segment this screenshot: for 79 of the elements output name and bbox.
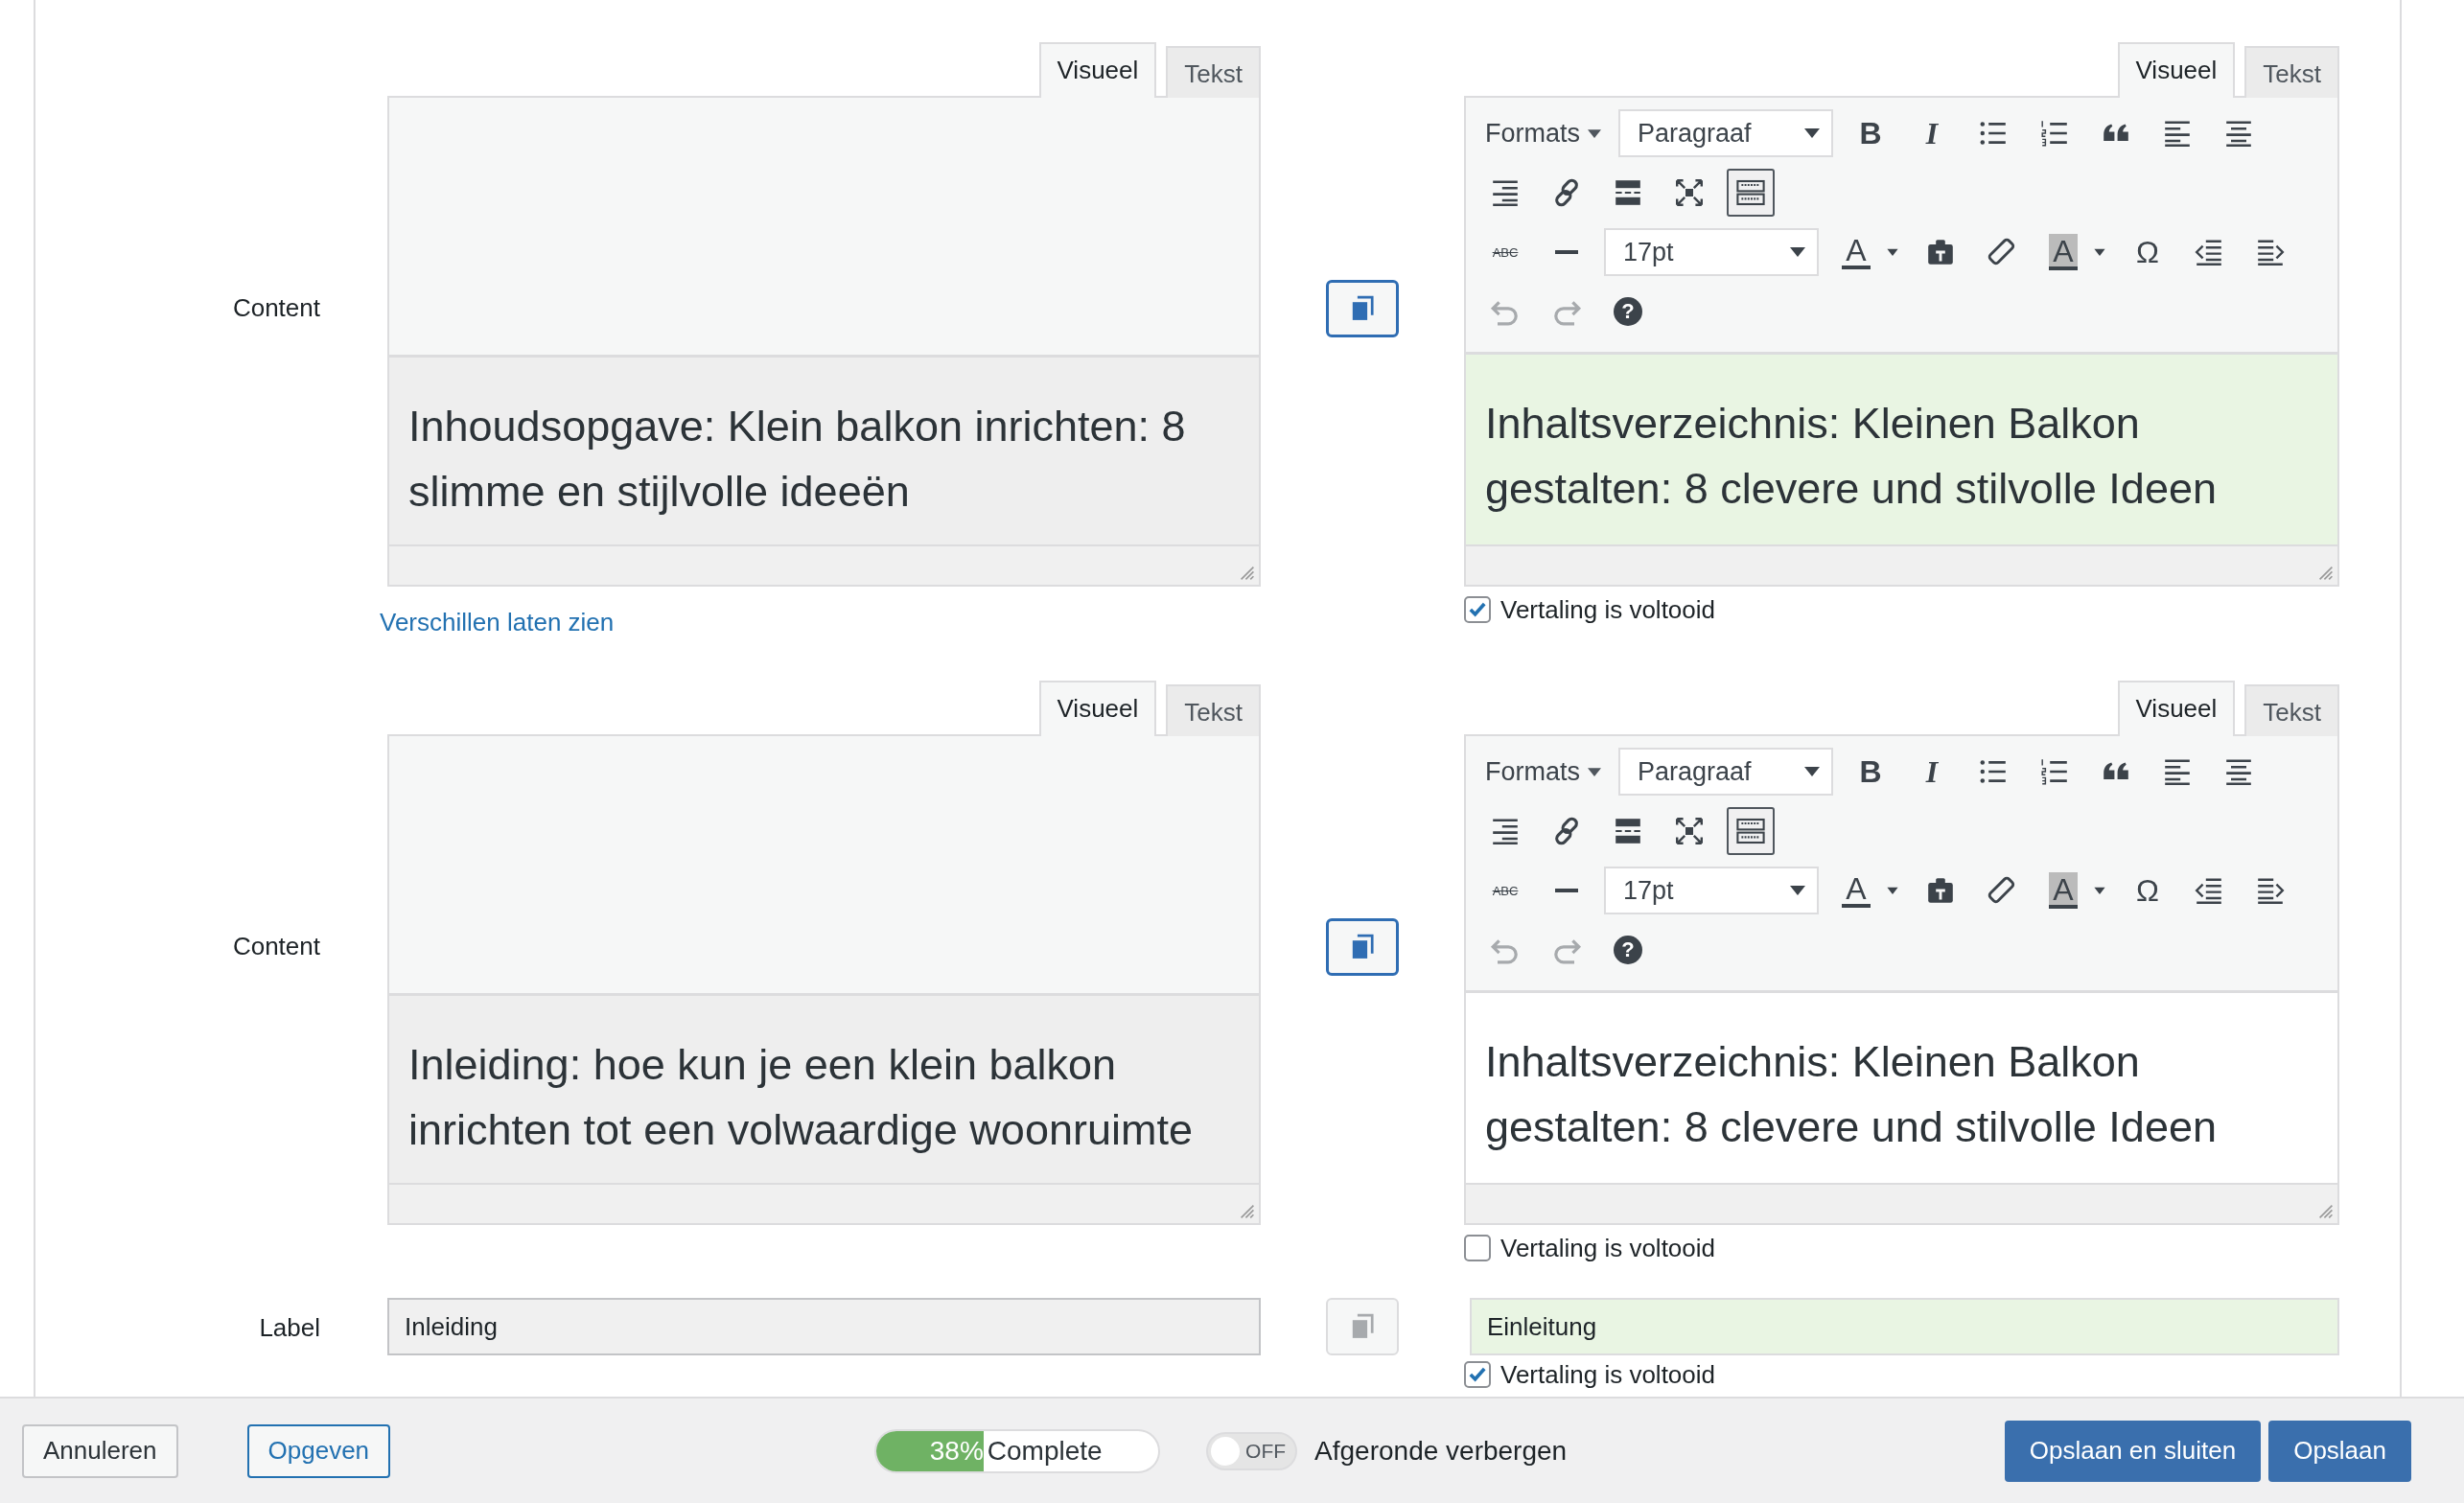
caret-icon [1588,767,1601,776]
bold-button[interactable]: B [1847,109,1894,157]
eraser-icon [1987,237,2017,267]
checkbox-label[interactable]: Vertaling is voltooid [1500,1359,1716,1390]
bars-icon [1613,816,1643,846]
strikethrough-button[interactable]: ABC [1481,867,1529,914]
checkbox[interactable] [1464,1235,1491,1261]
show-differences-link[interactable]: Verschillen laten zien [380,607,615,637]
text-color-button[interactable]: A [1832,228,1880,276]
numbered-list-icon [2039,756,2070,787]
dash-icon [1555,250,1578,254]
clipboard-icon [1925,875,1956,906]
dash-icon [1555,889,1578,892]
copy-button[interactable] [1326,918,1399,976]
format-select[interactable]: 17pt [1604,228,1819,276]
fullscreen-icon [1674,816,1705,846]
caret-icon [1790,247,1805,257]
editor-tab[interactable]: Tekst [2244,684,2339,736]
save-button[interactable]: Opslaan [2268,1420,2411,1482]
editor-tab[interactable]: Visueel [1038,681,1157,736]
field-label: Label [259,1313,320,1343]
special-character-button[interactable]: Ω [2124,228,2172,276]
strikethrough-button[interactable]: ABC [1481,228,1529,276]
cancel-button[interactable]: Annuleren [22,1423,178,1478]
field-label: Content [232,932,320,961]
give-up-button[interactable]: Opgeven [246,1423,391,1478]
numbered-list-icon [2039,118,2070,149]
special-character-button[interactable]: Ω [2124,867,2172,914]
editor-tab[interactable]: Visueel [2117,42,2236,98]
format-select[interactable]: Paragraaf [1618,748,1833,796]
italic-button[interactable]: I [1908,748,1956,796]
keyboard-icon [1735,816,1766,846]
toolbar-toggle-button[interactable] [1727,807,1775,855]
resize-handle-icon[interactable] [2318,566,2334,581]
help-button[interactable]: ? [1604,288,1652,335]
editor-tab[interactable]: Tekst [1166,684,1261,736]
save-and-close-button[interactable]: Opslaan en sluiten [2004,1420,2262,1482]
checkbox[interactable] [1464,596,1491,623]
source-field: Inleiding [387,1298,1261,1355]
editor-tab[interactable]: Visueel [2117,681,2236,736]
editor-tab[interactable]: Tekst [1166,46,1261,98]
keyboard-icon [1735,177,1766,208]
translation-text[interactable]: Inhaltsverzeichnis: Kleinen Balkon gestalten: 8 clevere und stilvolle Ideen [1466,355,2337,544]
toolbar-toggle-button[interactable] [1727,169,1775,217]
bars-icon [1613,177,1643,208]
help-button[interactable]: ? [1604,926,1652,974]
checkbox-label[interactable]: Vertaling is voltooid [1500,594,1716,625]
caret-icon [1588,128,1601,138]
clipboard-icon [1925,237,1956,267]
format-select[interactable]: 17pt [1604,867,1819,914]
toggle-switch[interactable]: OFF [1206,1431,1298,1470]
fullscreen-icon [1674,177,1705,208]
format-select[interactable]: Paragraaf [1618,109,1833,157]
progress-percent: 38% [929,1435,984,1467]
italic-button[interactable]: I [1908,109,1956,157]
translation-field[interactable]: Einleitung [1470,1298,2339,1355]
copy-button[interactable] [1326,280,1399,337]
background-color-button[interactable]: A [2039,867,2087,914]
source-text: Inleiding: hoe kun je een klein balkon inrichten tot een volwaardige woonruimte [389,996,1259,1183]
caret-icon [1804,767,1820,776]
editor-tab[interactable]: Visueel [1038,42,1157,98]
resize-handle-icon[interactable] [1240,566,1255,581]
eraser-icon [1987,875,2017,906]
bold-button[interactable]: B [1847,748,1894,796]
field-label: Content [232,293,320,323]
formats-menu[interactable]: Formats [1481,118,1605,149]
caret-icon [1804,128,1820,138]
formats-menu[interactable]: Formats [1481,756,1605,787]
progress-label: Complete [987,1435,1103,1467]
resize-handle-icon[interactable] [1240,1204,1255,1219]
checkbox[interactable] [1464,1361,1491,1388]
resize-handle-icon[interactable] [2318,1204,2334,1219]
background-color-button[interactable]: A [2039,228,2087,276]
source-text: Inhoudsopgave: Klein balkon inrichten: 8 slimme en stijlvolle ideeën [389,358,1259,544]
toggle-label: Afgeronde verbergen [1314,1435,1568,1467]
checkbox-label[interactable]: Vertaling is voltooid [1500,1233,1716,1263]
text-color-button[interactable]: A [1832,867,1880,914]
editor-tab[interactable]: Tekst [2244,46,2339,98]
caret-icon [1790,886,1805,895]
